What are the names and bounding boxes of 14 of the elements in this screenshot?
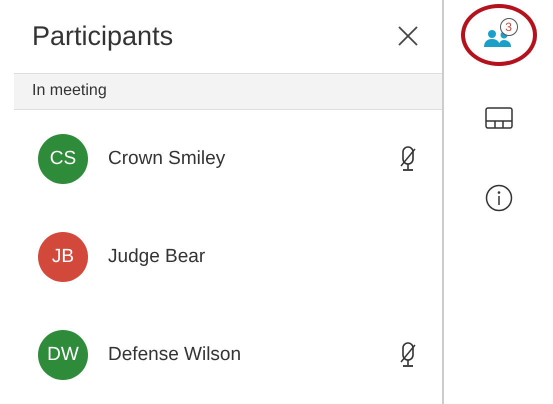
info-icon[interactable] [484,184,513,212]
avatar: DW [38,330,88,380]
avatar: JB [38,232,88,282]
participant-name: Defense Wilson [108,344,242,366]
muted-microphone-icon[interactable] [400,342,416,368]
participant-name: Crown Smiley [108,148,226,170]
close-icon[interactable] [398,26,418,46]
section-header: In meeting [14,72,442,110]
panel-title: Participants [32,20,174,52]
avatar: CS [38,134,88,184]
count-badge: 3 [500,18,518,36]
participant-name: Judge Bear [108,246,206,268]
layout-icon[interactable] [484,107,513,129]
muted-microphone-icon[interactable] [400,146,416,172]
